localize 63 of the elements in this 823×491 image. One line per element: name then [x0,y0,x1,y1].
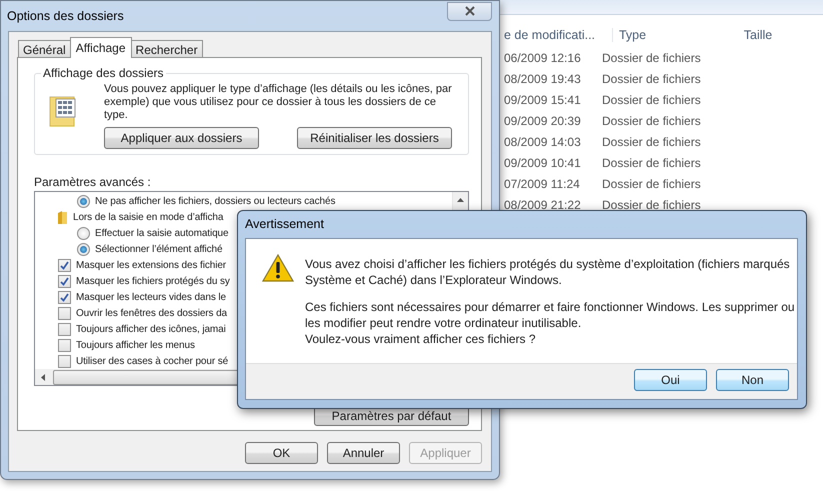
date-cell-text: 09/2009 15:41 [504,92,582,106]
action-button[interactable]: Appliquer aux dossiers [104,127,259,149]
type-cell: Dossier de fichiers [602,156,701,170]
message-text: Ces fichiers sont nécessaires pour démarrer et faire fonctionner Windows. Les supprimer ou les modifier peut rendre votre ordinateur inutilisable. [305,299,795,331]
setting-label: Utiliser des cases à cocher pour sé [76,356,228,366]
setting-label: Ouvrir les fenêtres des dossiers da [76,308,228,318]
type-cell: Dossier de fichiers [602,92,701,106]
message-text: Vous avez choisi d’afficher les fichiers protégés du système d’exploitation (fichiers marqués Système et Caché) dans l’Explorateur Windows. [305,256,791,288]
setting-label: Effectuer la saisie automatique [95,228,228,238]
checkbox[interactable] [58,338,71,352]
setting-label: Toujours afficher des icônes, jamai [76,324,226,334]
checkbox[interactable] [58,290,71,304]
column-header[interactable]: e de modificati... [504,28,612,42]
checkbox[interactable] [58,306,71,320]
checkbox[interactable] [58,258,71,272]
column-header[interactable]: Type [612,28,738,42]
column-header[interactable]: Taille [738,28,823,42]
date-cell-text: 07/2009 11:24 [504,176,581,190]
dialog-button[interactable]: Oui [634,369,707,391]
setting-label: Ne pas afficher les fichiers, dossiers ou lecteurs cachés [95,196,336,206]
tab[interactable]: Affichage [70,37,132,58]
dialog-button[interactable]: OK [245,442,318,464]
type-cell: Dossier de fichiers [602,72,701,86]
type-cell: Dossier de fichiers [602,176,701,190]
tab[interactable]: Général [18,40,71,58]
date-cell-text: 08/2009 14:03 [504,134,582,148]
window-title: Options des dossiers [7,9,124,23]
type-cell: Dossier de fichiers [602,198,701,212]
date-cell-text: 06/2009 12:16 [504,50,582,64]
dialog-title: Avertissement [245,216,325,233]
setting-label: Masquer les lecteurs vides dans le [76,292,226,302]
radio-button[interactable] [77,194,90,208]
date-cell-text: 08/2009 19:43 [504,72,582,86]
date-cell-text: 09/2009 20:39 [504,114,582,128]
left-arrow-icon [41,374,45,380]
setting-label: Lors de la saisie en mode d’afficha [73,212,224,222]
date-cell-text: 09/2009 10:41 [504,156,582,170]
folder-icon [58,210,67,224]
type-cell: Dossier de fichiers [602,50,701,64]
radio-button[interactable] [77,226,90,240]
type-cell: Dossier de fichiers [602,134,701,148]
description-text: Vous pouvez appliquer le type d’affichage (les détails ou les icônes, par exemple) que vous utilisez pour ce dossier à tous les dossiers de ce type. [104,83,452,122]
tab[interactable]: Rechercher [130,40,203,58]
radio-button[interactable] [77,242,90,256]
setting-label: Masquer les fichiers protégés du sy [76,276,230,286]
setting-label: Toujours afficher les menus [76,340,195,350]
section-label: Paramètres avancés : [34,175,152,189]
warning-icon [262,254,294,282]
checkbox[interactable] [58,274,71,288]
close-icon [464,6,474,16]
type-cell: Dossier de fichiers [602,114,701,128]
checkbox[interactable] [58,354,71,368]
setting-label: Masquer les extensions des fichier [76,260,226,270]
dialog-button[interactable]: Non [716,369,789,391]
action-button[interactable]: Réinitialiser les dossiers [297,127,452,149]
message-text: Voulez-vous vraiment afficher ces fichiers ? [305,331,537,347]
dialog-button[interactable]: Annuler [327,442,400,464]
date-cell-text: 08/2009 21:22 [504,198,582,212]
close-button[interactable] [447,2,492,20]
checkbox[interactable] [58,322,71,336]
group-title: Affichage des dossiers [41,66,166,80]
setting-label: Sélectionner l’élément affiché [95,244,222,254]
up-arrow-icon [457,198,464,202]
